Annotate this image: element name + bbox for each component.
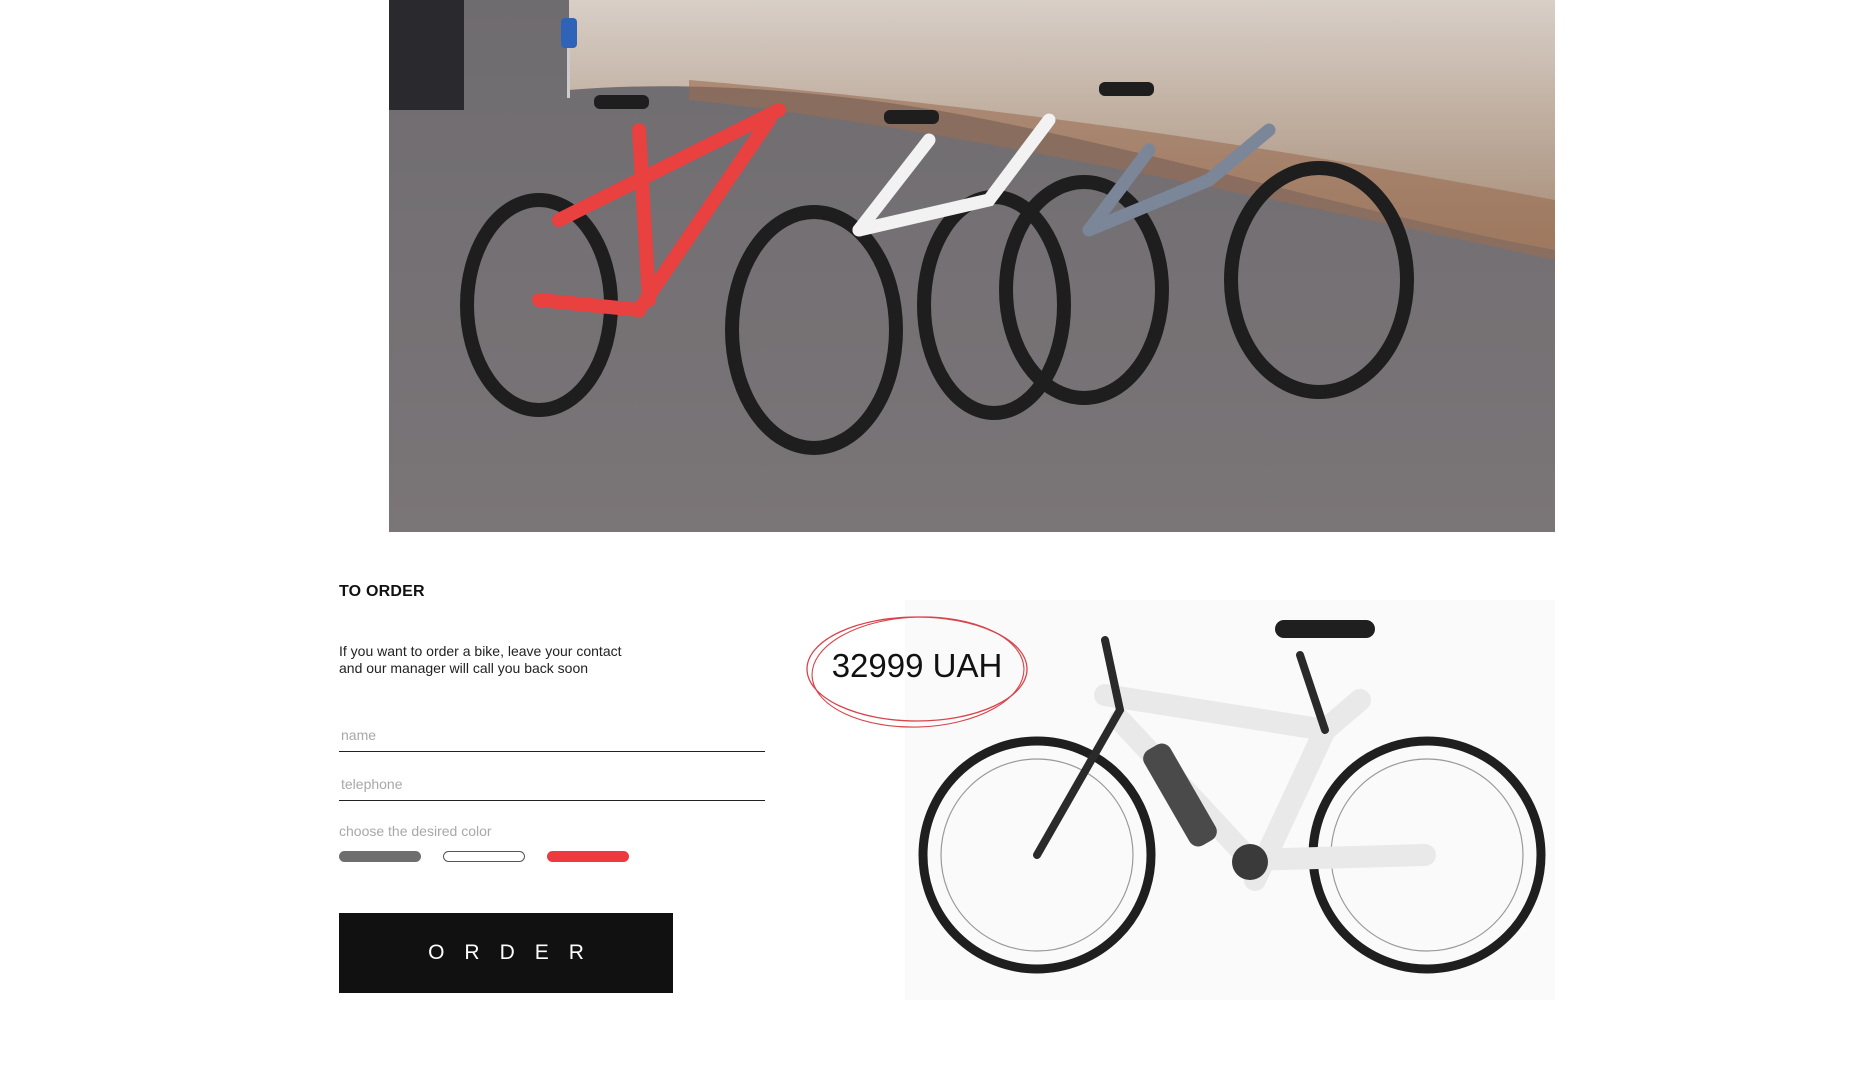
price-value: 32999 UAH: [831, 647, 1003, 684]
telephone-input[interactable]: [339, 767, 765, 801]
name-input[interactable]: [339, 718, 765, 752]
color-swatch-white[interactable]: [443, 851, 525, 862]
hero-image: [389, 0, 1555, 532]
price-badge: 32999 UAH: [804, 612, 1030, 730]
color-label: choose the desired color: [339, 823, 492, 839]
order-button[interactable]: ORDER: [339, 913, 673, 993]
three-e-bikes-photo: [389, 0, 1555, 532]
order-description: If you want to order a bike, leave your …: [339, 643, 622, 676]
page: TO ORDER If you want to order a bike, le…: [0, 0, 1852, 1080]
color-swatch-red[interactable]: [547, 851, 629, 862]
order-title: TO ORDER: [339, 583, 425, 600]
color-swatch-gray[interactable]: [339, 851, 421, 862]
